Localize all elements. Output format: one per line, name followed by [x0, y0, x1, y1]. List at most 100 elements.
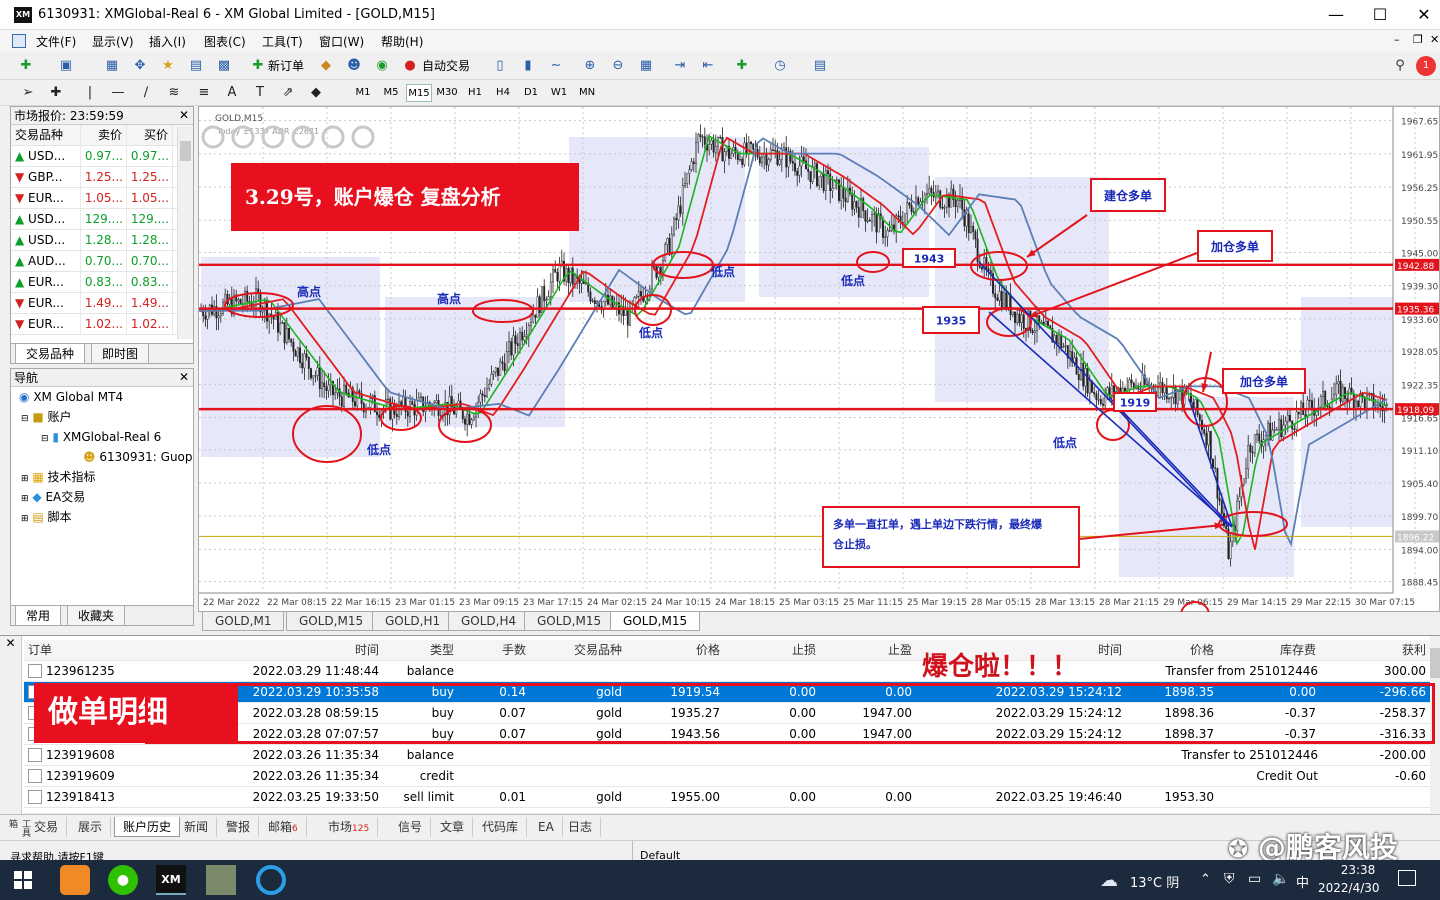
tf-d1[interactable]: D1	[518, 84, 544, 102]
column-header[interactable]: 类型	[364, 640, 454, 661]
image-viewer-icon[interactable]	[206, 865, 236, 895]
mdi-minimize-button[interactable]: –	[1394, 33, 1400, 46]
terminal-tab[interactable]: 日志	[560, 817, 602, 837]
tf-h4[interactable]: H4	[490, 84, 516, 102]
column-header[interactable]: 价格	[1128, 640, 1214, 661]
tab-tick-chart[interactable]: 即时图	[91, 344, 150, 364]
security-icon[interactable]: ⛨	[1224, 871, 1235, 887]
tf-w1[interactable]: W1	[546, 84, 572, 102]
windows-start-icon[interactable]	[14, 871, 32, 889]
line-chart-icon[interactable]: ∼	[546, 56, 566, 76]
fibo-icon[interactable]: ≡	[194, 83, 214, 103]
market-watch-row[interactable]: ▼ EUR... 1.05... 1.05...	[11, 188, 193, 209]
market-watch-row[interactable]: ▲ USD... 129.... 129....	[11, 209, 193, 230]
market-watch-row[interactable]: ▲ USD... 0.97... 0.97...	[11, 146, 193, 167]
terminal-tab[interactable]: 警报	[218, 817, 260, 837]
chart-tab[interactable]: GOLD,M15	[610, 612, 701, 631]
column-header[interactable]: 时间	[144, 640, 379, 661]
maximize-button[interactable]: ☐	[1362, 4, 1398, 26]
col-ask[interactable]: 买价	[127, 125, 173, 145]
tf-m1[interactable]: M1	[350, 84, 376, 102]
chart-tab[interactable]: GOLD,M15	[524, 612, 615, 631]
terminal-tab[interactable]: 新闻	[176, 817, 218, 837]
market-watch-row[interactable]: ▼ EUR... 1.02... 1.02...	[11, 314, 193, 335]
search-icon[interactable]: ⚲	[1390, 56, 1410, 76]
history-row[interactable]: 123919608 2022.03.26 11:35:34 balance Trans…	[24, 745, 1432, 766]
column-header[interactable]: 订单	[28, 640, 138, 661]
close-button[interactable]: ✕	[1406, 4, 1440, 26]
terminal-tab[interactable]: 账户历史	[114, 817, 181, 837]
mdi-close-button[interactable]: ✕	[1430, 33, 1439, 46]
chart-tab[interactable]: GOLD,H4	[448, 612, 530, 631]
market-watch-scrollbar[interactable]	[177, 127, 193, 339]
chart-shift-icon[interactable]: ⇥	[670, 56, 690, 76]
tf-m30[interactable]: M30	[434, 84, 460, 102]
column-header[interactable]: 价格	[628, 640, 720, 661]
metaeditor-icon[interactable]: ◆	[316, 56, 336, 76]
cursor-icon[interactable]: ➢	[18, 83, 38, 103]
terminal-tab[interactable]: 市场125	[320, 817, 379, 837]
column-header[interactable]: 交易品种	[532, 640, 622, 661]
market-watch-close-icon[interactable]: ✕	[179, 108, 189, 122]
chart-window[interactable]: 1967.65 1961.95 1956.25 1950.55 1945.00 1939.…	[198, 106, 1440, 613]
clock-date[interactable]: 2022/4/30	[1318, 881, 1380, 895]
menu-window[interactable]: 窗口(W)	[319, 33, 364, 50]
chart-tab[interactable]: GOLD,M1	[202, 612, 285, 631]
col-bid[interactable]: 卖价	[81, 125, 127, 145]
zoom-in-icon[interactable]: ⊕	[580, 56, 600, 76]
tile-windows-icon[interactable]: ▦	[636, 56, 656, 76]
nav-scripts[interactable]: ⊞ ▤ 脚本	[21, 507, 72, 527]
wechat-icon[interactable]: ●	[108, 865, 138, 895]
new-chart-icon[interactable]: ✚	[16, 56, 36, 76]
candlestick-icon[interactable]: ▮	[518, 56, 538, 76]
menu-file[interactable]: 文件(F)	[36, 33, 76, 50]
signals-icon[interactable]: ◉	[372, 56, 392, 76]
menu-chart[interactable]: 图表(C)	[204, 33, 246, 50]
horizontal-line-icon[interactable]: —	[108, 83, 128, 103]
market-watch-row[interactable]: ▲ USD... 1.28... 1.28...	[11, 230, 193, 251]
new-order-button[interactable]: 新订单	[268, 56, 304, 76]
navigator-icon[interactable]: ✥	[130, 56, 150, 76]
network-icon[interactable]: ▭	[1248, 871, 1261, 887]
tf-mn[interactable]: MN	[574, 84, 600, 102]
history-row[interactable]: 123918413 2022.03.25 19:33:50 sell limit 0.…	[24, 787, 1432, 808]
terminal-icon[interactable]: ▤	[186, 56, 206, 76]
nav-accounts[interactable]: ⊟ ■ 账户	[21, 407, 72, 427]
market-watch-row[interactable]: ▼ EUR... 1.49... 1.49...	[11, 293, 193, 314]
tf-h1[interactable]: H1	[462, 84, 488, 102]
menu-help[interactable]: 帮助(H)	[381, 33, 423, 50]
terminal-tab[interactable]: 文章	[432, 817, 474, 837]
terminal-tab[interactable]: 代码库	[474, 817, 528, 837]
xm-mt4-icon[interactable]: XM	[156, 865, 186, 895]
app-icon-1[interactable]	[60, 865, 90, 895]
weather-text[interactable]: 13°C 阴	[1130, 872, 1179, 891]
nav-server[interactable]: ⊟ ▮ XMGlobal-Real 6	[41, 427, 161, 447]
terminal-tab[interactable]: EA	[530, 817, 563, 837]
new-order-icon[interactable]: ✚	[248, 56, 268, 76]
periods-icon[interactable]: ◷	[770, 56, 790, 76]
zoom-out-icon[interactable]: ⊖	[608, 56, 628, 76]
indicators-icon[interactable]: ✚	[732, 56, 752, 76]
market-watch-row[interactable]: ▼ GBP... 1.25... 1.25...	[11, 167, 193, 188]
templates-icon[interactable]: ▤	[810, 56, 830, 76]
minimize-button[interactable]: —	[1318, 4, 1354, 26]
price-chart[interactable]: 1967.65 1961.95 1956.25 1950.55 1945.00 1939.…	[199, 107, 1440, 613]
navigator-close-icon[interactable]: ✕	[179, 370, 189, 384]
tester-icon[interactable]: ▩	[214, 56, 234, 76]
column-header[interactable]: 库存费	[1220, 640, 1316, 661]
arrows-icon[interactable]: ⇗	[278, 83, 298, 103]
column-header[interactable]: 止盈	[822, 640, 912, 661]
menu-insert[interactable]: 插入(I)	[149, 33, 186, 50]
notification-icon[interactable]: 1	[1416, 56, 1436, 76]
market-watch-icon[interactable]: ▦	[102, 56, 122, 76]
tab-symbols[interactable]: 交易品种	[15, 344, 86, 364]
trendline-icon[interactable]: ∕	[136, 83, 156, 103]
terminal-tab[interactable]: 信号	[390, 817, 432, 837]
market-watch-row[interactable]: ▲ EUR... 0.83... 0.83...	[11, 272, 193, 293]
tab-favorites[interactable]: 收藏夹	[67, 606, 126, 626]
terminal-tab[interactable]: 展示	[70, 817, 112, 837]
auto-trading-button[interactable]: 自动交易	[422, 56, 470, 76]
clock-time[interactable]: 23:38	[1336, 863, 1380, 877]
market-watch-row[interactable]: ▲ AUD... 0.70... 0.70...	[11, 251, 193, 272]
tf-m5[interactable]: M5	[378, 84, 404, 102]
